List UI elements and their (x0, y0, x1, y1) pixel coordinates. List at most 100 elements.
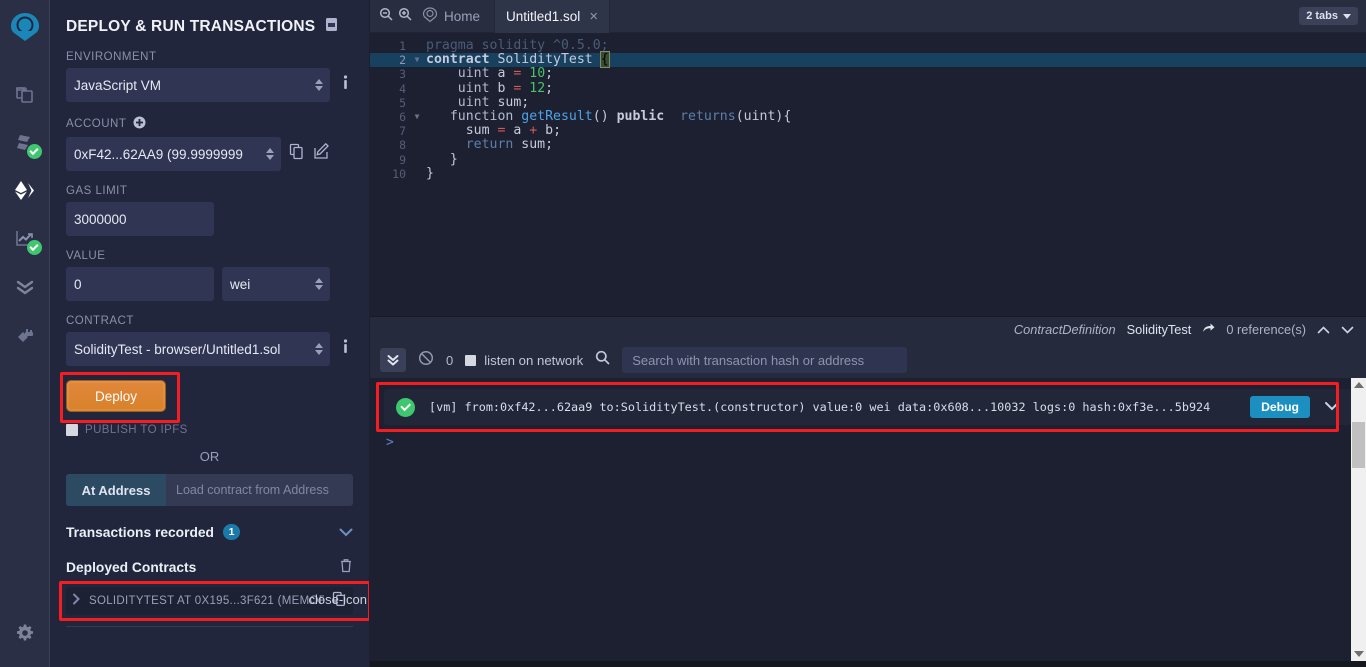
pending-transactions-count: 0 (446, 352, 454, 368)
value-unit-select[interactable]: wei (222, 267, 330, 301)
zoom-out-icon[interactable] (379, 7, 393, 26)
close-icon[interactable]: × (589, 9, 598, 24)
value-input[interactable]: 0 (66, 267, 214, 301)
deploy-button[interactable]: Deploy (66, 380, 166, 412)
account-label: ACCOUNT (66, 116, 353, 132)
chevron-down-icon[interactable] (1341, 322, 1354, 337)
editor-tab-bar: Home Untitled1.sol × 2 tabs (370, 0, 1366, 33)
remix-ide-window: DEPLOY & RUN TRANSACTIONS ENVIRONMENT Ja… (0, 0, 1366, 667)
edit-account-icon[interactable] (313, 142, 330, 165)
fold-toggle-icon[interactable]: ▼ (410, 110, 424, 124)
listen-on-network-toggle[interactable]: listen on network (465, 353, 583, 368)
scroll-down-arrow-icon[interactable] (1353, 651, 1364, 657)
code-text: pragma solidity ^0.5.0; (426, 38, 609, 54)
chevron-up-icon[interactable] (1317, 322, 1330, 337)
sidebar-item-deploy-run-transactions[interactable] (0, 167, 50, 215)
code-line[interactable]: 10} (370, 166, 1366, 181)
terminal-toolbar: 0 listen on network Search with transact… (370, 342, 1366, 378)
chevron-updown-icon (315, 79, 323, 91)
chevron-updown-icon (315, 278, 323, 290)
code-line[interactable]: 7 sum = a + b; (370, 123, 1366, 139)
chevron-right-icon[interactable] (72, 592, 81, 610)
code-text: uint a = 10; (426, 66, 554, 82)
code-line[interactable]: 9 } (370, 152, 1366, 167)
deploy-run-panel: DEPLOY & RUN TRANSACTIONS ENVIRONMENT Ja… (50, 0, 370, 667)
listen-checkbox[interactable] (465, 354, 477, 366)
code-text: sum = a + b; (426, 123, 562, 139)
line-number: 10 (392, 166, 406, 181)
transaction-log-text: [vm] from:0xf42...62aa9 to:SolidityTest.… (429, 400, 1211, 414)
environment-label: ENVIRONMENT (66, 51, 157, 63)
at-address-button[interactable]: At Address (66, 474, 166, 506)
code-text: function getResult() public returns(uint… (426, 109, 792, 125)
sidebar-item-solidity-analysis[interactable] (0, 215, 50, 263)
contract-info-icon[interactable] (338, 338, 353, 360)
terminal-scrollbar[interactable] (1351, 378, 1366, 661)
line-number: 4 (399, 81, 406, 96)
code-editor[interactable]: 1 pragma solidity ^0.5.0; 2 ▼ contract Solid… (370, 33, 1366, 316)
remix-home-icon (422, 6, 438, 26)
trash-icon[interactable] (339, 558, 353, 576)
transaction-log-row[interactable]: [vm] from:0xf42...62aa9 to:SolidityTest.… (384, 389, 1352, 425)
reference-count: 0 reference(s) (1226, 322, 1306, 337)
tab-home[interactable]: Home (420, 0, 494, 33)
code-line[interactable]: 8 return sum; (370, 137, 1366, 153)
at-address-input[interactable]: Load contract from Address (166, 474, 353, 506)
definition-kind: ContractDefinition (1013, 322, 1116, 337)
environment-select[interactable]: JavaScript VM (66, 68, 330, 102)
code-text: contract SolidityTest { (426, 51, 610, 69)
publish-ipfs-row[interactable]: PUBLISH TO IPFS (66, 424, 353, 436)
terminal-collapse-button[interactable] (380, 348, 406, 372)
code-line[interactable]: 4 uint b = 12; (370, 80, 1366, 96)
at-address-row: At Address Load contract from Address (66, 474, 353, 506)
panel-docs-icon[interactable] (324, 17, 339, 37)
fold-toggle-icon[interactable]: ▼ (410, 53, 424, 67)
divider (66, 626, 353, 627)
publish-ipfs-label: PUBLISH TO IPFS (85, 424, 188, 436)
sidebar-item-settings[interactable] (0, 609, 50, 657)
tab-home-label: Home (444, 8, 481, 24)
sidebar-item-file-explorers[interactable] (0, 71, 50, 119)
transactions-recorded-accordion[interactable]: Transactions recorded 1 (66, 524, 353, 540)
chevron-down-icon[interactable] (339, 525, 353, 540)
copy-account-icon[interactable] (289, 143, 305, 165)
gas-limit-label: GAS LIMIT (66, 185, 128, 197)
code-text: return sum; (426, 137, 554, 153)
clear-console-icon[interactable] (418, 350, 434, 371)
code-line[interactable]: 3 uint a = 10; (370, 66, 1366, 82)
sidebar-item-plugin-manager[interactable] (0, 311, 50, 359)
environment-value: JavaScript VM (74, 77, 162, 93)
tabs-count-dropdown[interactable]: 2 tabs (1299, 7, 1358, 25)
expand-log-chevron-down-icon[interactable] (1324, 398, 1340, 416)
debug-button[interactable]: Debug (1250, 396, 1310, 418)
terminal-prompt[interactable]: > (386, 435, 1366, 450)
zoom-in-icon[interactable] (398, 7, 412, 26)
account-select[interactable]: 0xF42...62AA9 (99.9999999 (66, 137, 281, 171)
code-line[interactable]: 5 uint sum; (370, 94, 1366, 110)
contract-value: SolidityTest - browser/Untitled1.sol (74, 341, 281, 357)
or-separator: OR (199, 449, 220, 464)
tab-untitled1-sol[interactable]: Untitled1.sol × (494, 0, 611, 33)
code-lines: 1 pragma solidity ^0.5.0; 2 ▼ contract Solid… (370, 33, 1366, 181)
sidebar-item-solidity-unit-testing[interactable] (0, 263, 50, 311)
remix-logo-icon[interactable] (8, 10, 42, 49)
search-icon[interactable] (595, 350, 610, 370)
sidebar-item-solidity-compiler[interactable] (0, 119, 50, 167)
code-text: uint b = 12; (426, 80, 554, 96)
contract-select[interactable]: SolidityTest - browser/Untitled1.sol (66, 332, 330, 366)
line-number: 7 (399, 124, 406, 139)
code-line[interactable]: 2 ▼ contract SolidityTest { (370, 51, 1366, 69)
code-text: uint sum; (426, 94, 530, 110)
scrollbar-thumb[interactable] (1352, 422, 1365, 468)
publish-ipfs-checkbox[interactable] (66, 424, 78, 436)
jump-to-definition-icon[interactable] (1202, 322, 1215, 337)
gas-limit-input[interactable]: 3000000 (66, 202, 214, 236)
deployed-contracts-header: Deployed Contracts (66, 558, 353, 576)
scroll-up-arrow-icon[interactable] (1353, 382, 1364, 388)
environment-info-icon[interactable] (338, 74, 353, 96)
add-account-icon[interactable] (133, 116, 146, 132)
terminal-body: [vm] from:0xf42...62aa9 to:SolidityTest.… (370, 378, 1366, 661)
terminal-search-input[interactable]: Search with transaction hash or address (622, 347, 908, 373)
close-instance-icon[interactable]: close-icon (308, 592, 367, 607)
code-line[interactable]: 6 ▼ function getResult() public returns(u… (370, 109, 1366, 125)
